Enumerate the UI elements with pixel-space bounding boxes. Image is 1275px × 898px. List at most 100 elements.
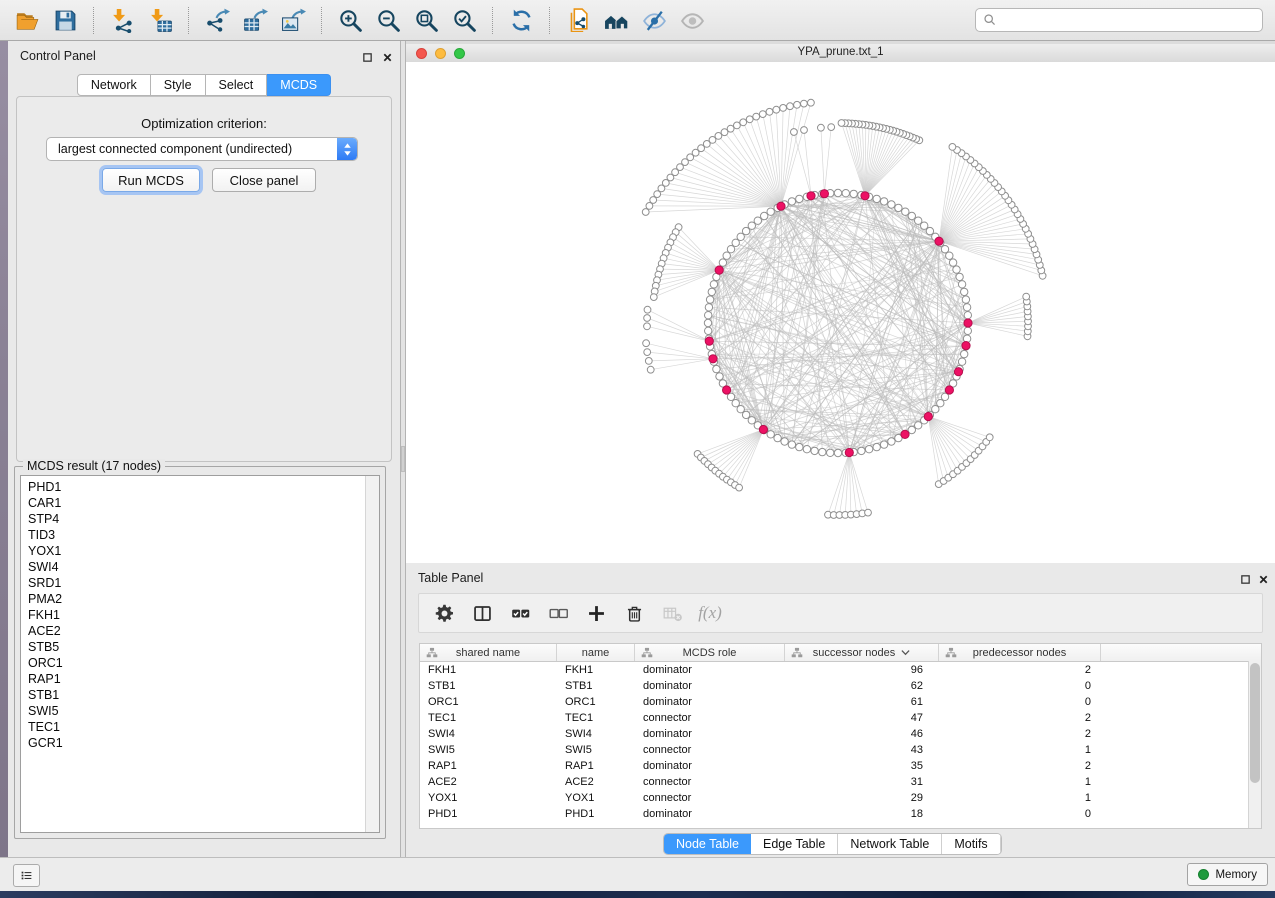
graph-mcds-node[interactable] xyxy=(924,412,932,420)
graph-node[interactable] xyxy=(850,190,857,197)
graph-node[interactable] xyxy=(873,195,880,202)
table-row-RAP1[interactable]: RAP1RAP1dominator352 xyxy=(420,758,1261,774)
mcds-node-item[interactable]: PMA2 xyxy=(28,591,359,607)
graph-leaf-node[interactable] xyxy=(753,113,760,120)
cell-predecessor-nodes[interactable]: 2 xyxy=(939,712,1101,724)
mcds-node-item[interactable]: STP4 xyxy=(28,511,359,527)
zoom-fit-button[interactable] xyxy=(410,4,442,36)
column-header-predecessor-nodes[interactable]: predecessor nodes xyxy=(939,644,1101,661)
graph-node[interactable] xyxy=(958,358,965,365)
refresh-button[interactable] xyxy=(505,4,537,36)
mcds-node-item[interactable]: SWI5 xyxy=(28,703,359,719)
graph-node[interactable] xyxy=(895,204,902,211)
mcds-node-item[interactable]: CAR1 xyxy=(28,495,359,511)
cell-successor-nodes[interactable]: 31 xyxy=(785,776,939,788)
graph-node[interactable] xyxy=(710,281,717,288)
table-row-PHD1[interactable]: PHD1PHD1dominator180 xyxy=(420,806,1261,822)
graph-node[interactable] xyxy=(767,208,774,215)
graph-mcds-node[interactable] xyxy=(709,355,717,363)
cell-mcds-role[interactable]: dominator xyxy=(635,680,785,692)
graph-node[interactable] xyxy=(803,446,810,453)
mcds-node-item[interactable]: STB1 xyxy=(28,687,359,703)
network-window-titlebar[interactable]: YPA_prune.txt_1 xyxy=(406,44,1275,63)
cell-predecessor-nodes[interactable]: 0 xyxy=(939,696,1101,708)
mcds-node-item[interactable]: PHD1 xyxy=(28,479,359,495)
graph-mcds-node[interactable] xyxy=(935,237,943,245)
table-row-SWI4[interactable]: SWI4SWI4dominator462 xyxy=(420,726,1261,742)
memory-button[interactable]: Memory xyxy=(1187,863,1268,886)
mcds-node-item[interactable]: STB5 xyxy=(28,639,359,655)
graph-node[interactable] xyxy=(723,252,730,259)
graph-node[interactable] xyxy=(946,252,953,259)
graph-mcds-node[interactable] xyxy=(715,266,723,274)
zoom-out-button[interactable] xyxy=(372,4,404,36)
graph-node[interactable] xyxy=(767,431,774,438)
cell-shared-name[interactable]: FKH1 xyxy=(420,664,557,676)
cell-name[interactable]: SWI5 xyxy=(557,744,635,756)
cell-predecessor-nodes[interactable]: 1 xyxy=(939,776,1101,788)
graph-node[interactable] xyxy=(949,259,956,266)
deselect-all-rows-button[interactable] xyxy=(543,598,573,628)
graph-node[interactable] xyxy=(788,198,795,205)
graph-leaf-node[interactable] xyxy=(865,509,872,516)
export-network-button[interactable] xyxy=(201,4,233,36)
task-history-button[interactable] xyxy=(13,864,40,887)
graph-node[interactable] xyxy=(819,448,826,455)
graph-mcds-node[interactable] xyxy=(964,319,972,327)
cell-name[interactable]: PHD1 xyxy=(557,808,635,820)
column-header-mcds-role[interactable]: MCDS role xyxy=(635,644,785,661)
graph-leaf-node[interactable] xyxy=(643,340,650,347)
column-header-name[interactable]: name xyxy=(557,644,635,661)
graph-leaf-node[interactable] xyxy=(759,111,766,118)
graph-node[interactable] xyxy=(958,281,965,288)
cell-name[interactable]: TEC1 xyxy=(557,712,635,724)
mcds-node-item[interactable]: YOX1 xyxy=(28,543,359,559)
cell-shared-name[interactable]: PHD1 xyxy=(420,808,557,820)
graph-node[interactable] xyxy=(834,449,841,456)
cell-name[interactable]: SWI4 xyxy=(557,728,635,740)
graph-leaf-node[interactable] xyxy=(801,127,808,134)
graph-node[interactable] xyxy=(963,304,970,311)
export-image-button[interactable] xyxy=(277,4,309,36)
graph-node[interactable] xyxy=(713,365,720,372)
home-button[interactable] xyxy=(600,4,632,36)
graph-node[interactable] xyxy=(827,449,834,456)
graph-node[interactable] xyxy=(727,246,734,253)
graph-leaf-node[interactable] xyxy=(740,119,747,126)
graph-node[interactable] xyxy=(796,195,803,202)
cell-predecessor-nodes[interactable]: 2 xyxy=(939,664,1101,676)
graph-node[interactable] xyxy=(902,208,909,215)
open-session-button[interactable] xyxy=(11,4,43,36)
graph-mcds-node[interactable] xyxy=(705,337,713,345)
cell-successor-nodes[interactable]: 96 xyxy=(785,664,939,676)
cell-successor-nodes[interactable]: 46 xyxy=(785,728,939,740)
new-network-from-selection-button[interactable] xyxy=(562,4,594,36)
table-row-ACE2[interactable]: ACE2ACE2connector311 xyxy=(420,774,1261,790)
cell-mcds-role[interactable]: dominator xyxy=(635,696,785,708)
import-network-button[interactable] xyxy=(106,4,138,36)
graph-node[interactable] xyxy=(880,441,887,448)
cell-shared-name[interactable]: STB1 xyxy=(420,680,557,692)
graph-node[interactable] xyxy=(908,212,915,219)
cell-name[interactable]: STB1 xyxy=(557,680,635,692)
graph-node[interactable] xyxy=(811,447,818,454)
close-table-panel-icon[interactable] xyxy=(1256,572,1270,586)
graph-leaf-node[interactable] xyxy=(949,144,956,151)
cell-predecessor-nodes[interactable]: 0 xyxy=(939,680,1101,692)
cell-name[interactable]: ACE2 xyxy=(557,776,635,788)
graph-node[interactable] xyxy=(708,288,715,295)
graph-node[interactable] xyxy=(705,304,712,311)
graph-mcds-node[interactable] xyxy=(945,386,953,394)
cell-mcds-role[interactable]: dominator xyxy=(635,808,785,820)
graph-node[interactable] xyxy=(788,441,795,448)
zoom-in-button[interactable] xyxy=(334,4,366,36)
run-mcds-button[interactable]: Run MCDS xyxy=(102,168,200,192)
tab-select[interactable]: Select xyxy=(206,74,268,96)
graph-mcds-node[interactable] xyxy=(723,386,731,394)
mcds-node-item[interactable]: TID3 xyxy=(28,527,359,543)
mcds-node-item[interactable]: GCR1 xyxy=(28,735,359,751)
graph-node[interactable] xyxy=(888,201,895,208)
mcds-node-item[interactable]: SWI4 xyxy=(28,559,359,575)
graph-node[interactable] xyxy=(953,266,960,273)
select-all-rows-button[interactable] xyxy=(505,598,535,628)
